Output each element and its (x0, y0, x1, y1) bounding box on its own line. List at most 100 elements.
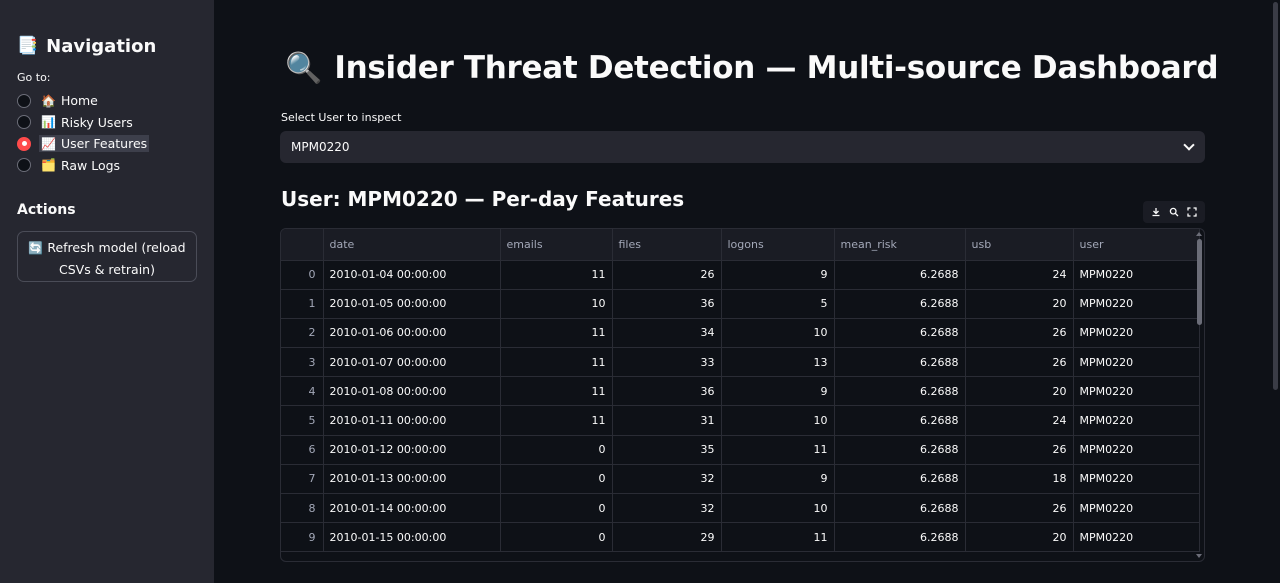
scroll-down-arrow[interactable] (1196, 554, 1202, 558)
table-cell[interactable]: 2010-01-04 00:00:00 (323, 260, 501, 290)
table-cell[interactable]: 10 (721, 318, 835, 349)
row-index-cell[interactable]: 5 (281, 405, 324, 436)
table-cell[interactable]: 11 (500, 347, 613, 378)
column-header-mean-risk[interactable]: mean_risk (834, 229, 966, 261)
table-cell[interactable]: 11 (721, 435, 835, 465)
table-cell[interactable]: 2010-01-14 00:00:00 (323, 493, 501, 524)
table-cell[interactable]: 2010-01-05 00:00:00 (323, 289, 501, 319)
table-cell[interactable]: 6.2688 (834, 260, 966, 290)
table-cell[interactable]: 31 (612, 405, 722, 436)
table-cell[interactable]: 18 (965, 464, 1074, 495)
table-cell[interactable]: MPM0220 (1073, 289, 1200, 319)
nav-item-home[interactable]: 🏠 Home (17, 90, 197, 112)
column-header-emails[interactable]: emails (500, 229, 613, 261)
row-index-cell[interactable]: 8 (281, 493, 324, 524)
table-cell[interactable]: 35 (612, 435, 722, 465)
table-cell[interactable]: 0 (500, 493, 613, 524)
table-cell[interactable]: 6.2688 (834, 464, 966, 495)
table-cell[interactable]: MPM0220 (1073, 376, 1200, 407)
table-cell[interactable]: 13 (721, 347, 835, 378)
column-header-date[interactable]: date (323, 229, 501, 261)
table-cell[interactable]: 2010-01-15 00:00:00 (323, 522, 501, 553)
table-cell[interactable]: 0 (500, 522, 613, 553)
row-index-cell[interactable]: 4 (281, 376, 324, 407)
table-cell[interactable]: 32 (612, 493, 722, 524)
table-cell[interactable]: 24 (965, 260, 1074, 290)
table-cell[interactable]: 0 (500, 435, 613, 465)
row-index-cell[interactable]: 1 (281, 289, 324, 319)
table-cell[interactable]: 6.2688 (834, 289, 966, 319)
table-cell[interactable]: 6.2688 (834, 376, 966, 407)
row-index-cell[interactable]: 7 (281, 464, 324, 495)
table-cell[interactable]: 2010-01-13 00:00:00 (323, 464, 501, 495)
table-cell[interactable]: 11 (500, 260, 613, 290)
nav-item-risky-users[interactable]: 📊 Risky Users (17, 112, 197, 134)
table-cell[interactable]: 26 (965, 435, 1074, 465)
table-cell[interactable]: 9 (721, 376, 835, 407)
table-cell[interactable]: 10 (721, 493, 835, 524)
table-cell[interactable]: 2010-01-11 00:00:00 (323, 405, 501, 436)
table-cell[interactable]: 32 (612, 464, 722, 495)
row-index-cell[interactable]: 3 (281, 347, 324, 378)
nav-item-user-features[interactable]: 📈 User Features (17, 133, 197, 155)
table-cell[interactable]: 11 (500, 405, 613, 436)
table-cell[interactable]: 36 (612, 289, 722, 319)
table-cell[interactable]: 29 (612, 522, 722, 553)
table-cell[interactable]: MPM0220 (1073, 405, 1200, 436)
features-table[interactable]: date emails files logons mean_risk usb u… (280, 228, 1205, 562)
page-scrollbar[interactable] (1273, 2, 1278, 390)
table-cell[interactable]: 10 (500, 289, 613, 319)
column-header-user[interactable]: user (1073, 229, 1200, 261)
radio-button-selected[interactable] (17, 136, 31, 151)
table-cell[interactable]: 36 (612, 376, 722, 407)
scroll-up-arrow[interactable] (1196, 232, 1202, 236)
table-cell[interactable]: 6.2688 (834, 318, 966, 349)
user-select[interactable]: MPM0220 (280, 131, 1205, 163)
table-cell[interactable]: 11 (500, 318, 613, 349)
row-index-cell[interactable]: 9 (281, 522, 324, 553)
chevron-down-icon[interactable] (1183, 139, 1195, 151)
column-header-usb[interactable]: usb (965, 229, 1074, 261)
column-header-logons[interactable]: logons (721, 229, 835, 261)
table-cell[interactable]: 34 (612, 318, 722, 349)
row-index-cell[interactable]: 0 (281, 260, 324, 290)
table-cell[interactable]: 26 (965, 318, 1074, 349)
refresh-model-button[interactable]: 🔄 Refresh model (reload CSVs & retrain) (17, 231, 197, 282)
row-index-cell[interactable]: 2 (281, 318, 324, 349)
radio-button[interactable] (17, 93, 31, 108)
search-icon[interactable] (1168, 206, 1180, 218)
table-cell[interactable]: 2010-01-08 00:00:00 (323, 376, 501, 407)
table-cell[interactable]: 20 (965, 522, 1074, 553)
table-cell[interactable]: 0 (500, 464, 613, 495)
table-cell[interactable]: 33 (612, 347, 722, 378)
table-cell[interactable]: MPM0220 (1073, 435, 1200, 465)
table-cell[interactable]: 2010-01-06 00:00:00 (323, 318, 501, 349)
table-cell[interactable]: MPM0220 (1073, 347, 1200, 378)
table-cell[interactable]: 20 (965, 289, 1074, 319)
table-cell[interactable]: MPM0220 (1073, 260, 1200, 290)
table-cell[interactable]: 6.2688 (834, 493, 966, 524)
table-cell[interactable]: 6.2688 (834, 405, 966, 436)
column-header-index[interactable] (281, 229, 324, 261)
table-cell[interactable]: 9 (721, 464, 835, 495)
nav-item-raw-logs[interactable]: 🗂️ Raw Logs (17, 155, 197, 177)
radio-button[interactable] (17, 115, 31, 130)
table-cell[interactable]: 6.2688 (834, 347, 966, 378)
table-cell[interactable]: 20 (965, 376, 1074, 407)
table-cell[interactable]: 11 (721, 522, 835, 553)
table-cell[interactable]: MPM0220 (1073, 522, 1200, 553)
table-cell[interactable]: 9 (721, 260, 835, 290)
table-cell[interactable]: 24 (965, 405, 1074, 436)
row-index-cell[interactable]: 6 (281, 435, 324, 465)
table-cell[interactable]: MPM0220 (1073, 464, 1200, 495)
download-icon[interactable] (1150, 206, 1162, 218)
table-cell[interactable]: 2010-01-07 00:00:00 (323, 347, 501, 378)
table-scrollbar-thumb[interactable] (1197, 239, 1202, 325)
table-cell[interactable]: 5 (721, 289, 835, 319)
table-cell[interactable]: 26 (965, 493, 1074, 524)
radio-button[interactable] (17, 158, 31, 173)
table-cell[interactable]: 26 (965, 347, 1074, 378)
table-cell[interactable]: 26 (612, 260, 722, 290)
table-cell[interactable]: 11 (500, 376, 613, 407)
table-cell[interactable]: 6.2688 (834, 435, 966, 465)
